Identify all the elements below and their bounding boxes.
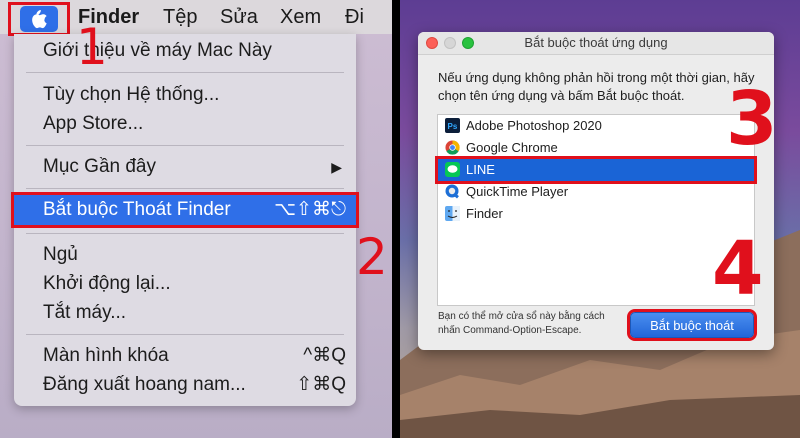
- menu-separator: [26, 145, 344, 146]
- dialog-footer-hint: Bạn có thể mở cửa sổ này bằng cách nhấn …: [438, 311, 605, 336]
- menu-item-label: Đăng xuất hoang nam...: [43, 374, 246, 395]
- force-quit-button[interactable]: Bắt buộc thoát: [630, 312, 754, 338]
- app-name: QuickTime Player: [466, 184, 569, 199]
- menu-separator: [26, 72, 344, 73]
- app-row-finder[interactable]: Finder: [438, 203, 754, 225]
- apple-dropdown-menu: Giới thiệu về máy Mac Này Tùy chọn Hệ th…: [14, 34, 356, 406]
- menubar-file[interactable]: Tệp: [163, 2, 197, 32]
- svg-text:Ps: Ps: [448, 122, 458, 131]
- menu-item-label: App Store...: [43, 113, 144, 134]
- app-name: Adobe Photoshop 2020: [466, 118, 602, 133]
- menu-item-system-preferences[interactable]: Tùy chọn Hệ thống...: [14, 80, 356, 110]
- step-number-2: 2: [356, 228, 388, 286]
- menu-item-lock-screen[interactable]: Màn hình khóa ^⌘Q: [14, 341, 356, 371]
- line-icon: [445, 162, 460, 177]
- keyboard-shortcut: ⌥⇧⌘⎋: [274, 199, 346, 220]
- app-row-chrome[interactable]: Google Chrome: [438, 137, 754, 159]
- app-row-quicktime[interactable]: QuickTime Player: [438, 181, 754, 203]
- apple-menu-highlight: [20, 6, 58, 32]
- menu-item-shut-down[interactable]: Tắt máy...: [14, 298, 356, 328]
- menu-item-label: Tùy chọn Hệ thống...: [43, 84, 220, 105]
- dialog-titlebar: Bắt buộc thoát ứng dụng: [418, 32, 774, 55]
- menu-item-label: Tắt máy...: [43, 302, 127, 323]
- menubar-view[interactable]: Xem: [280, 2, 321, 32]
- apple-logo-icon: [32, 10, 47, 29]
- menu-item-about-this-mac[interactable]: Giới thiệu về máy Mac Này: [14, 36, 356, 66]
- menubar-edit[interactable]: Sửa: [220, 2, 258, 32]
- app-name: LINE: [466, 162, 495, 177]
- quicktime-icon: [445, 184, 459, 199]
- menu-item-label: Bắt buộc Thoát Finder: [43, 199, 231, 220]
- menu-item-label: Màn hình khóa: [43, 345, 169, 366]
- menu-item-log-out[interactable]: Đăng xuất hoang nam... ⇧⌘Q: [14, 370, 356, 400]
- keyboard-shortcut: ⇧⌘Q: [296, 374, 346, 395]
- menu-item-sleep[interactable]: Ngủ: [14, 240, 356, 270]
- dialog-description: Nếu ứng dụng không phản hồi trong một th…: [438, 70, 755, 103]
- menubar-go[interactable]: Đi: [345, 2, 364, 32]
- menu-separator: [26, 334, 344, 335]
- menu-item-recent-items[interactable]: Mục Gần đây ▶: [14, 152, 356, 182]
- menu-separator: [26, 233, 344, 234]
- chrome-icon: [445, 140, 460, 155]
- menu-separator: [26, 188, 344, 189]
- left-screenshot-panel: Finder Tệp Sửa Xem Đi Giới thiệu về máy …: [0, 0, 392, 438]
- menu-bar: Finder Tệp Sửa Xem Đi: [0, 0, 392, 36]
- app-name: Finder: [466, 206, 503, 221]
- finder-icon: [445, 206, 460, 221]
- menu-item-label: Ngủ: [43, 244, 78, 265]
- photoshop-icon: Ps: [445, 118, 460, 133]
- app-list: Ps Adobe Photoshop 2020 Google Chrome LI…: [437, 114, 755, 306]
- menu-item-app-store[interactable]: App Store...: [14, 109, 356, 139]
- app-name: Google Chrome: [466, 140, 558, 155]
- menu-item-label: Khởi động lại...: [43, 273, 171, 294]
- menu-item-restart[interactable]: Khởi động lại...: [14, 269, 356, 299]
- step-number-3: 3: [726, 76, 778, 162]
- right-screenshot-panel: Bắt buộc thoát ứng dụng Nếu ứng dụng khô…: [400, 0, 800, 438]
- dialog-title: Bắt buộc thoát ứng dụng: [524, 35, 668, 50]
- keyboard-shortcut: ^⌘Q: [303, 345, 346, 366]
- menu-item-force-quit-finder[interactable]: Bắt buộc Thoát Finder ⌥⇧⌘⎋: [14, 195, 356, 225]
- apple-menu-button[interactable]: [8, 2, 70, 36]
- step-number-1: 1: [76, 18, 108, 76]
- app-row-photoshop[interactable]: Ps Adobe Photoshop 2020: [438, 115, 754, 137]
- app-row-line-selected[interactable]: LINE: [438, 159, 754, 181]
- submenu-arrow-icon: ▶: [331, 159, 342, 175]
- step-number-4: 4: [712, 226, 764, 312]
- panel-divider: [392, 0, 400, 438]
- menu-item-label: Mục Gần đây: [43, 156, 156, 177]
